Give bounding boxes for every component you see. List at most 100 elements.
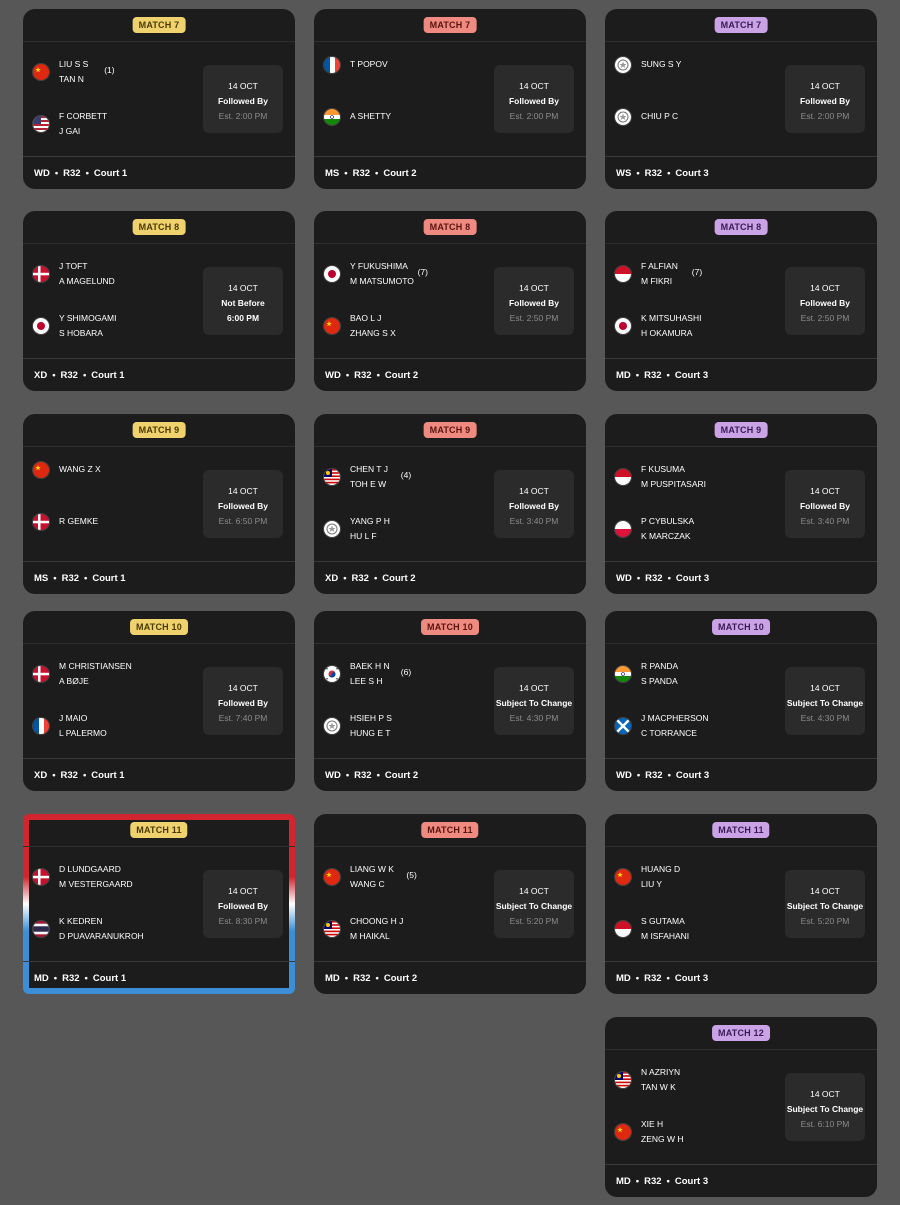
schedule-status: Followed By — [217, 501, 269, 511]
match-number-badge: MATCH 8 — [132, 219, 186, 235]
court-label: Court 2 — [382, 573, 416, 584]
event-category: MD — [616, 973, 631, 984]
estimated-time: Est. 4:30 PM — [509, 713, 559, 723]
schedule-time-box: 14 OCT Followed By Est. 8:30 PM — [203, 870, 283, 938]
schedule-time-box: 14 OCT Followed By Est. 2:50 PM — [785, 267, 865, 335]
court-label: Court 1 — [92, 973, 127, 984]
schedule-time-box: 14 OCT Followed By Est. 3:40 PM — [785, 470, 865, 538]
header-divider — [314, 446, 586, 447]
player-names: S GUTAMA M ISFAHANI — [641, 914, 791, 944]
header-divider — [605, 846, 877, 847]
player-name: D PUAVARANUKROH — [59, 931, 144, 941]
estimated-time: Est. 2:50 PM — [800, 313, 850, 323]
player-name: F CORBETT — [59, 111, 108, 121]
player-name: P CYBULSKA — [641, 516, 695, 526]
korea-flag-icon — [324, 666, 340, 682]
match-card[interactable]: MATCH 9 CHEN T J TOH E W (4) YANG P H HU L F 1… — [314, 414, 586, 594]
player-name: M FIKRI — [641, 276, 673, 286]
match-card[interactable]: MATCH 10 R PANDA S PANDA J MACPHERSON C TORR… — [605, 611, 877, 791]
player-name: R PANDA — [641, 661, 679, 671]
separator-dot: • — [636, 168, 640, 179]
match-card[interactable]: MATCH 10 M CHRISTIANSEN A BØJE J MAIO L PALE… — [23, 611, 295, 791]
match-card[interactable]: MATCH 9 WANG Z X R GEMKE 14 OCT Followed By E… — [23, 414, 295, 594]
match-date: 14 OCT — [810, 683, 840, 693]
player-name: CHEN T J — [350, 464, 388, 474]
match-card-body: MATCH 7 T POPOV A SHETTY 14 OCT Followed By E… — [314, 9, 586, 189]
match-footer: MS • R32 • Court 1 — [34, 573, 126, 584]
player-names: CHIU P C — [641, 109, 791, 124]
player-name: HU L F — [350, 531, 377, 541]
player-names: A SHETTY — [350, 109, 500, 124]
match-card[interactable]: MATCH 7 LIU S S TAN N (1) F CORBETT J GAI 14 O… — [23, 9, 295, 189]
china-flag-icon — [615, 869, 631, 885]
separator-dot: • — [666, 1176, 670, 1187]
match-date: 14 OCT — [228, 81, 258, 91]
court-label: Court 3 — [674, 973, 709, 984]
player-name: A BØJE — [59, 676, 89, 686]
player-name: H OKAMURA — [641, 328, 693, 338]
separator-dot: • — [84, 573, 88, 584]
chinese-taipei-flag-icon — [615, 56, 631, 73]
court-label: Court 3 — [675, 168, 709, 179]
court-label: Court 1 — [92, 573, 126, 584]
player-name: R GEMKE — [59, 516, 99, 526]
round-label: R32 — [644, 1176, 662, 1187]
event-category: WD — [34, 168, 50, 179]
footer-divider — [23, 758, 295, 759]
match-date: 14 OCT — [810, 1089, 840, 1099]
estimated-time: Est. 4:30 PM — [800, 713, 850, 723]
indonesia-flag-icon — [615, 266, 631, 282]
match-card[interactable]: MATCH 11 D LUNDGAARD M VESTERGAARD K KEDREN… — [23, 814, 295, 994]
schedule-status: Followed By — [508, 96, 560, 106]
player-name: M VESTERGAARD — [59, 879, 133, 889]
match-card-body: MATCH 9 WANG Z X R GEMKE 14 OCT Followed By E… — [23, 414, 295, 594]
schedule-time-box: 14 OCT Subject To Change Est. 5:20 PM — [785, 870, 865, 938]
match-footer: XD • R32 • Court 1 — [34, 370, 125, 381]
match-date: 14 OCT — [228, 283, 258, 293]
event-category: MD — [325, 973, 340, 984]
player-names: R GEMKE — [59, 514, 209, 529]
match-number-badge: MATCH 9 — [132, 422, 186, 438]
match-card[interactable]: MATCH 8 F ALFIAN M FIKRI (7) K MITSUHASHI H O… — [605, 211, 877, 391]
match-card[interactable]: MATCH 8 J TOFT A MAGELUND Y SHIMOGAMI S HOBA… — [23, 211, 295, 391]
separator-dot: • — [376, 370, 380, 381]
separator-dot: • — [667, 573, 671, 584]
match-card[interactable]: MATCH 8Y FUKUSHIMA M MATSUMOTO (7) BAO L JZ… — [314, 211, 586, 391]
round-label: R32 — [60, 370, 78, 381]
header-divider — [605, 41, 877, 42]
match-card-body: MATCH 8 F ALFIAN M FIKRI (7) K MITSUHASHI H O… — [605, 211, 877, 391]
player-names: F ALFIAN M FIKRI — [641, 259, 791, 289]
player-name: F KUSUMA — [641, 464, 685, 474]
match-card[interactable]: MATCH 7 T POPOV A SHETTY 14 OCT Followed By E… — [314, 9, 586, 189]
match-card-body: MATCH 8Y FUKUSHIMA M MATSUMOTO (7) BAO L JZ… — [314, 211, 586, 391]
schedule-status: Followed By — [508, 501, 560, 511]
separator-dot: • — [667, 168, 671, 179]
match-footer: MS • R32 • Court 2 — [325, 168, 417, 179]
match-number-badge: MATCH 7 — [132, 17, 186, 33]
seed-label: (7) — [691, 266, 703, 277]
player-name: WANG Z X — [59, 464, 101, 474]
match-card[interactable]: MATCH 9 F KUSUMA M PUSPITASARI P CYBULSKA K … — [605, 414, 877, 594]
schedule-status: Subject To Change — [786, 698, 864, 708]
match-card[interactable]: MATCH 11 LIANG W K WANG C (5) CHOONG H J M HA… — [314, 814, 586, 994]
player-name: LEE S H — [350, 676, 383, 686]
match-card[interactable]: MATCH 7 SUNG S Y CHIU P C 14 OCT Followed By… — [605, 9, 877, 189]
player-name: ZENG W H — [641, 1134, 684, 1144]
player-names: J TOFT A MAGELUND — [59, 259, 209, 289]
player-name: HUANG D — [641, 864, 681, 874]
event-category: MD — [34, 973, 49, 984]
schedule-status: Subject To Change — [495, 698, 573, 708]
match-card[interactable]: MATCH 12 N AZRIYN TAN W K XIE H ZENG W H 14 O… — [605, 1017, 877, 1197]
match-card[interactable]: MATCH 11 HUANG D LIU Y S GUTAMA M ISFAHANI 14… — [605, 814, 877, 994]
event-category: WD — [325, 370, 341, 381]
round-label: R32 — [61, 573, 80, 584]
schedule-status: Followed By — [217, 901, 269, 911]
match-card[interactable]: MATCH 10 BAEK H N LEE S H (6) HSIEH P S HUNG … — [314, 611, 586, 791]
round-label: R32 — [644, 370, 662, 381]
separator-dot: • — [345, 770, 350, 781]
schedule-status: Subject To Change — [786, 901, 864, 911]
seed-label: (7) — [417, 266, 428, 277]
match-card-body: MATCH 10 M CHRISTIANSEN A BØJE J MAIO L PALE… — [23, 611, 295, 791]
event-category: MD — [616, 1176, 631, 1187]
event-category: MD — [616, 370, 631, 381]
